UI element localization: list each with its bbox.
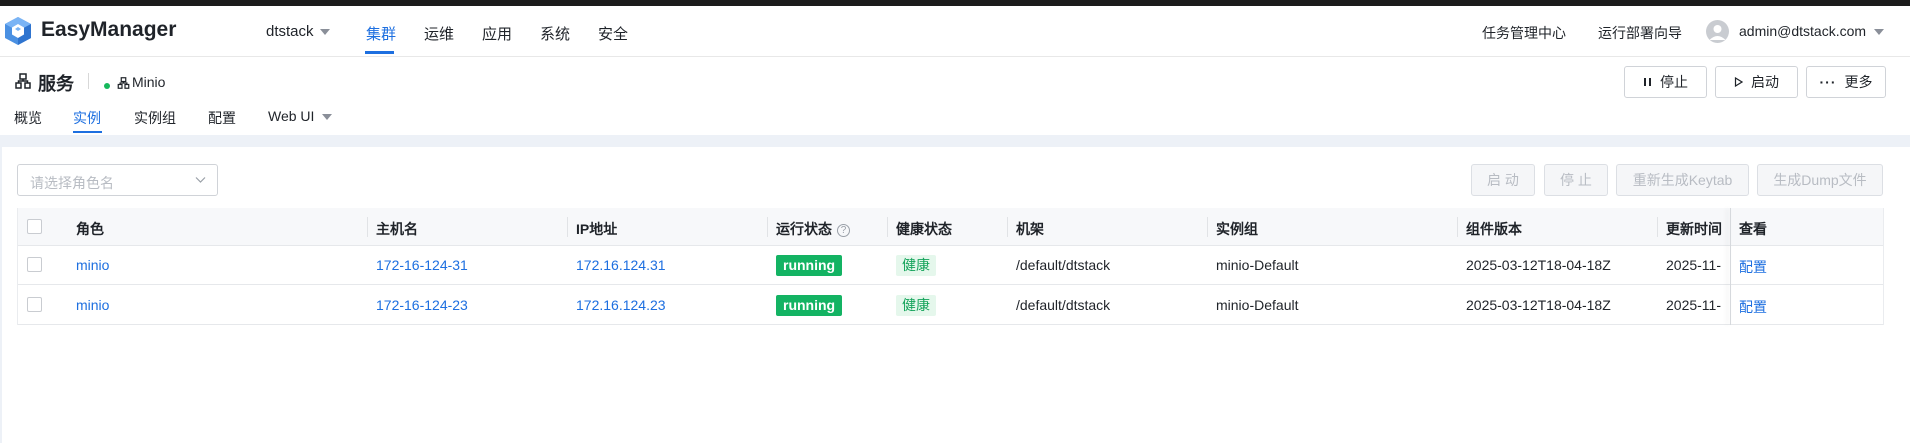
column-divider xyxy=(1207,217,1208,237)
tab-config[interactable]: 配置 xyxy=(208,108,236,128)
play-icon xyxy=(1734,77,1743,87)
updated-cell: 2025-11- xyxy=(1666,257,1722,273)
rack-cell: /default/dtstack xyxy=(1016,257,1111,273)
user-icon xyxy=(1709,25,1726,40)
fixed-column-shadow xyxy=(1730,208,1731,325)
rack-cell: /default/dtstack xyxy=(1016,297,1111,313)
health-badge: 健康 xyxy=(896,255,936,276)
help-icon[interactable]: ? xyxy=(837,223,850,237)
column-header-hostname: 主机名 xyxy=(376,221,418,237)
avatar[interactable] xyxy=(1706,20,1729,43)
column-divider xyxy=(1657,217,1658,237)
deploy-guide-link[interactable]: 运行部署向导 xyxy=(1598,23,1682,43)
nav-cluster[interactable]: 集群 xyxy=(366,23,396,44)
table-header: 角色 主机名 IP地址 运行状态? 健康状态 机架 实例组 组件版本 更新时间 … xyxy=(18,208,1883,246)
health-badge: 健康 xyxy=(896,295,936,316)
caret-down-icon xyxy=(319,29,330,36)
ip-link[interactable]: 172.16.124.31 xyxy=(576,257,666,273)
instances-table: 角色 主机名 IP地址 运行状态? 健康状态 机架 实例组 组件版本 更新时间 … xyxy=(17,208,1884,325)
nav-ops[interactable]: 运维 xyxy=(424,23,454,44)
start-service-button[interactable]: 启动 xyxy=(1715,66,1798,98)
nav-apps[interactable]: 应用 xyxy=(482,23,512,44)
tab-instances[interactable]: 实例 xyxy=(73,108,101,128)
task-center-link[interactable]: 任务管理中心 xyxy=(1482,23,1566,43)
run-status-label: 运行状态 xyxy=(776,221,832,237)
pause-icon xyxy=(1644,78,1651,86)
column-header-view: 查看 xyxy=(1739,221,1767,237)
ip-link[interactable]: 172.16.124.23 xyxy=(576,297,666,313)
more-actions-button[interactable]: ··· 更多 xyxy=(1806,66,1886,98)
updated-cell: 2025-11- xyxy=(1666,297,1722,313)
hostname-link[interactable]: 172-16-124-31 xyxy=(376,257,468,273)
row-checkbox[interactable] xyxy=(27,257,42,272)
role-link[interactable]: minio xyxy=(76,257,109,273)
caret-down-icon xyxy=(322,114,333,121)
table-row: minio 172-16-124-23 172.16.124.23 runnin… xyxy=(18,286,1883,325)
tab-web-ui[interactable]: Web UI xyxy=(268,108,333,124)
column-divider xyxy=(887,217,888,237)
view-config-link[interactable]: 配置 xyxy=(1739,257,1767,277)
role-select[interactable]: 请选择角色名 xyxy=(17,164,218,196)
start-label: 启动 xyxy=(1751,74,1779,90)
row-checkbox[interactable] xyxy=(27,297,42,312)
column-divider xyxy=(767,217,768,237)
column-header-updated: 更新时间 xyxy=(1666,221,1722,237)
column-divider xyxy=(567,217,568,237)
hostname-link[interactable]: 172-16-124-23 xyxy=(376,297,468,313)
status-badge: running xyxy=(776,255,843,276)
user-email: admin@dtstack.com xyxy=(1739,23,1867,39)
tenant-selector[interactable]: dtstack xyxy=(266,23,330,40)
role-link[interactable]: minio xyxy=(76,297,109,313)
instance-group-cell: minio-Default xyxy=(1216,257,1299,273)
view-config-link[interactable]: 配置 xyxy=(1739,297,1767,317)
column-header-rack: 机架 xyxy=(1016,221,1044,237)
column-divider xyxy=(367,217,368,237)
column-header-instance-group: 实例组 xyxy=(1216,221,1258,237)
column-header-ip: IP地址 xyxy=(576,221,618,237)
tenant-label: dtstack xyxy=(266,23,314,40)
web-ui-label: Web UI xyxy=(268,108,315,124)
column-header-run-status: 运行状态? xyxy=(776,219,850,239)
status-badge: running xyxy=(776,295,843,316)
cube-logo-icon xyxy=(5,17,31,45)
column-header-health: 健康状态 xyxy=(896,221,952,237)
service-name: Minio xyxy=(132,74,166,90)
nav-security[interactable]: 安全 xyxy=(598,23,628,44)
tab-instance-groups[interactable]: 实例组 xyxy=(134,108,176,128)
app-header: EasyManager dtstack 集群 运维 应用 系统 安全 任务管理中… xyxy=(0,6,1910,57)
column-divider xyxy=(1007,217,1008,237)
column-header-version: 组件版本 xyxy=(1466,221,1522,237)
select-all-checkbox[interactable] xyxy=(27,219,42,234)
table-row: minio 172-16-124-31 172.16.124.31 runnin… xyxy=(18,246,1883,285)
brand-name: EasyManager xyxy=(41,18,177,41)
more-label: 更多 xyxy=(1844,74,1873,90)
user-menu[interactable]: admin@dtstack.com xyxy=(1739,23,1885,39)
role-select-placeholder: 请选择角色名 xyxy=(30,175,114,191)
stop-label: 停止 xyxy=(1660,74,1688,90)
nav-active-indicator xyxy=(365,51,394,54)
tab-overview[interactable]: 概览 xyxy=(14,108,42,128)
regenerate-keytab-button[interactable]: 重新生成Keytab xyxy=(1616,164,1749,196)
generate-dump-button[interactable]: 生成Dump文件 xyxy=(1757,164,1883,196)
nav-system[interactable]: 系统 xyxy=(540,23,570,44)
title-divider xyxy=(88,73,89,89)
stop-instances-button[interactable]: 停 止 xyxy=(1544,164,1608,196)
stop-service-button[interactable]: 停止 xyxy=(1624,66,1707,98)
tab-active-indicator xyxy=(73,131,102,133)
version-cell: 2025-03-12T18-04-18Z xyxy=(1466,297,1611,313)
more-dots-icon: ··· xyxy=(1819,74,1837,90)
instance-group-cell: minio-Default xyxy=(1216,297,1299,313)
version-cell: 2025-03-12T18-04-18Z xyxy=(1466,257,1611,273)
column-divider xyxy=(1457,217,1458,237)
start-instances-button[interactable]: 启 动 xyxy=(1471,164,1535,196)
service-status-dot xyxy=(104,83,110,89)
caret-down-icon xyxy=(1874,29,1885,36)
service-icon xyxy=(117,77,130,89)
column-header-role: 角色 xyxy=(76,221,104,237)
cluster-icon xyxy=(15,73,31,89)
page-title: 服务 xyxy=(38,74,74,94)
chevron-down-icon xyxy=(195,177,206,183)
